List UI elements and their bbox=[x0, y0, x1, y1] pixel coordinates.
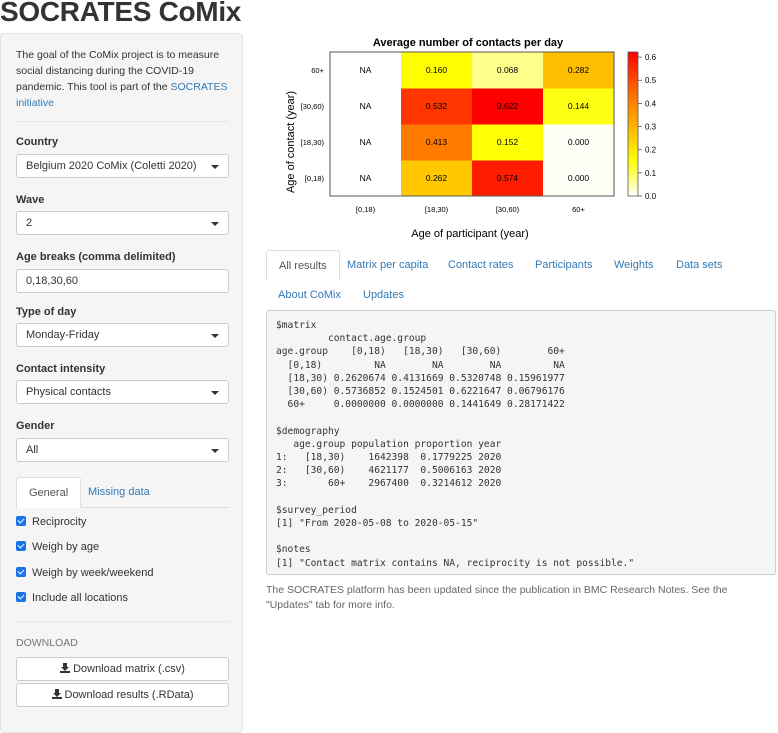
cell-value-label: 0.152 bbox=[497, 137, 519, 147]
contact-matrix-heatmap: Average number of contacts per day Age o… bbox=[285, 37, 657, 240]
intro-text: The goal of the CoMix project is to meas… bbox=[16, 47, 231, 111]
y-axis-label: Age of contact (year) bbox=[285, 91, 297, 193]
download-matrix-button[interactable]: Download matrix (.csv) bbox=[16, 657, 229, 681]
y-tick-label: 60+ bbox=[311, 66, 324, 75]
gender-select[interactable]: All bbox=[16, 438, 229, 462]
checkbox-checked-icon[interactable] bbox=[16, 516, 26, 526]
chevron-down-icon bbox=[211, 334, 219, 338]
tab-data-sets[interactable]: Data sets bbox=[664, 250, 734, 280]
y-tick-label: [30,60) bbox=[301, 102, 325, 111]
chevron-down-icon bbox=[211, 391, 219, 395]
colorbar-tick-label: 0.4 bbox=[645, 99, 657, 108]
checkbox-weigh-by-week-weekend[interactable]: Weigh by week/weekend bbox=[16, 566, 153, 580]
button-label: Download results (.RData) bbox=[64, 689, 194, 701]
options-tabs: General Missing data bbox=[16, 477, 229, 508]
x-tick-label: 60+ bbox=[572, 205, 585, 214]
gender-label: Gender bbox=[16, 420, 55, 432]
contact-intensity-value: Physical contacts bbox=[26, 386, 111, 398]
results-output: $matrix contact.age.group age.group [0,1… bbox=[266, 310, 776, 575]
x-tick-label: [30,60) bbox=[496, 205, 520, 214]
tab-contact-rates[interactable]: Contact rates bbox=[436, 250, 525, 280]
download-icon bbox=[60, 663, 71, 673]
cell-value-label: 0.622 bbox=[497, 101, 519, 111]
cell-value-label: 0.532 bbox=[426, 101, 448, 111]
cell-value-label: 0.160 bbox=[426, 65, 448, 75]
colorbar-tick-label: 0.2 bbox=[645, 146, 657, 155]
cell-value-label: 0.000 bbox=[568, 137, 590, 147]
y-tick-label: [18,30) bbox=[301, 138, 325, 147]
tab-participants[interactable]: Participants bbox=[523, 250, 604, 280]
cell-value-label: 0.000 bbox=[568, 173, 590, 183]
contact-intensity-label: Contact intensity bbox=[16, 363, 106, 375]
chevron-down-icon bbox=[211, 222, 219, 226]
tab-updates[interactable]: Updates bbox=[351, 280, 416, 310]
sidebar-panel: The goal of the CoMix project is to meas… bbox=[0, 33, 243, 733]
checkbox-label: Reciprocity bbox=[32, 516, 87, 528]
tab-missing-data[interactable]: Missing data bbox=[76, 477, 162, 507]
contact-intensity-select[interactable]: Physical contacts bbox=[16, 380, 229, 404]
type-of-day-label: Type of day bbox=[16, 306, 77, 318]
checkbox-checked-icon[interactable] bbox=[16, 592, 26, 602]
age-breaks-label: Age breaks (comma delimited) bbox=[16, 251, 176, 263]
colorbar-tick-label: 0.0 bbox=[645, 192, 657, 201]
colorbar-tick-label: 0.3 bbox=[645, 123, 657, 132]
colorbar-tick-label: 0.5 bbox=[645, 76, 657, 85]
gender-value: All bbox=[26, 444, 39, 456]
country-select[interactable]: Belgium 2020 CoMix (Coletti 2020) bbox=[16, 154, 229, 178]
y-tick-label: [0,18) bbox=[305, 174, 325, 183]
cell-value-label: NA bbox=[360, 65, 372, 75]
tab-general[interactable]: General bbox=[16, 477, 82, 508]
type-of-day-value: Monday-Friday bbox=[26, 329, 100, 341]
age-breaks-input[interactable]: 0,18,30,60 bbox=[16, 269, 229, 293]
colorbar bbox=[627, 51, 639, 197]
checkbox-include-all-locations[interactable]: Include all locations bbox=[16, 591, 128, 605]
country-value: Belgium 2020 CoMix (Coletti 2020) bbox=[26, 160, 197, 172]
checkbox-checked-icon[interactable] bbox=[16, 541, 26, 551]
cell-value-label: 0.068 bbox=[497, 65, 519, 75]
wave-select[interactable]: 2 bbox=[16, 211, 229, 235]
x-tick-label: [0,18) bbox=[356, 205, 376, 214]
x-axis-label: Age of participant (year) bbox=[411, 228, 528, 240]
colorbar-tick-label: 0.6 bbox=[645, 53, 657, 62]
chevron-down-icon bbox=[211, 165, 219, 169]
cell-value-label: 0.282 bbox=[568, 65, 590, 75]
tab-weights[interactable]: Weights bbox=[602, 250, 666, 280]
tab-matrix-per-capita[interactable]: Matrix per capita bbox=[335, 250, 440, 280]
wave-label: Wave bbox=[16, 194, 45, 206]
app-title: SOCRATES CoMix bbox=[0, 0, 242, 27]
checkbox-label: Weigh by age bbox=[32, 541, 100, 553]
x-tick-label: [18,30) bbox=[425, 205, 449, 214]
cell-value-label: NA bbox=[360, 137, 372, 147]
checkbox-label: Weigh by week/weekend bbox=[32, 567, 154, 579]
chevron-down-icon bbox=[211, 449, 219, 453]
colorbar-tick-label: 0.1 bbox=[645, 169, 657, 178]
cell-value-label: 0.262 bbox=[426, 173, 448, 183]
cell-value-label: 0.413 bbox=[426, 137, 448, 147]
download-results-button[interactable]: Download results (.RData) bbox=[16, 683, 229, 707]
download-icon bbox=[51, 689, 62, 699]
tab-all-results[interactable]: All results bbox=[266, 250, 340, 280]
download-heading: DOWNLOAD bbox=[16, 637, 78, 649]
checkbox-label: Include all locations bbox=[32, 592, 129, 604]
cell-value-label: NA bbox=[360, 101, 372, 111]
checkbox-weigh-by-age[interactable]: Weigh by age bbox=[16, 540, 99, 554]
divider bbox=[16, 621, 229, 622]
update-footnote: The SOCRATES platform has been updated s… bbox=[266, 584, 728, 611]
divider bbox=[16, 121, 229, 122]
checkbox-checked-icon[interactable] bbox=[16, 567, 26, 577]
cell-value-label: NA bbox=[360, 173, 372, 183]
type-of-day-select[interactable]: Monday-Friday bbox=[16, 323, 229, 347]
cell-value-label: 0.574 bbox=[497, 173, 519, 183]
wave-value: 2 bbox=[26, 217, 33, 229]
checkbox-reciprocity[interactable]: Reciprocity bbox=[16, 515, 86, 529]
tab-about-comix[interactable]: About CoMix bbox=[266, 280, 353, 310]
chart-title: Average number of contacts per day bbox=[373, 37, 564, 49]
button-label: Download matrix (.csv) bbox=[73, 663, 185, 675]
country-label: Country bbox=[16, 136, 59, 148]
cell-value-label: 0.144 bbox=[568, 101, 590, 111]
